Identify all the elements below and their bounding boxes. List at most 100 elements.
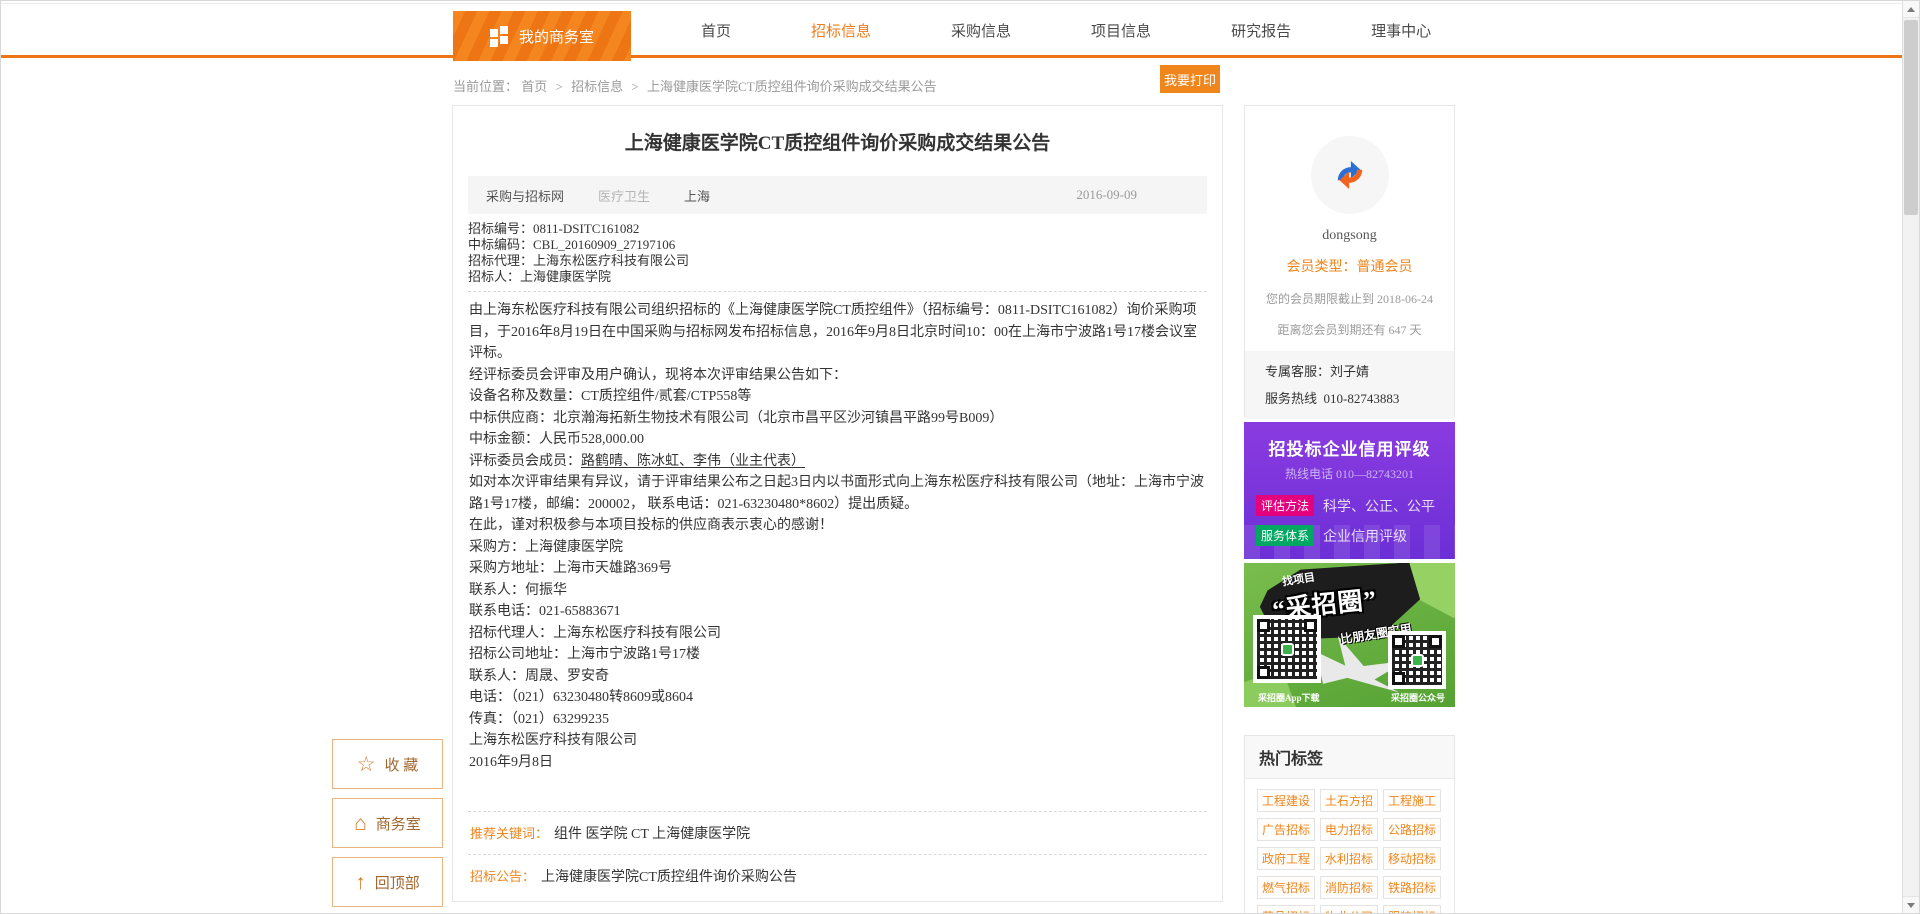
hot-tag[interactable]: 工程建设 [1257,789,1315,812]
nav-link[interactable]: 项目信息 [1091,20,1151,41]
scroll-down-icon[interactable] [1903,896,1919,913]
meta-date: 2016-09-09 [1076,187,1137,203]
hot-tags-title: 热门标签 [1245,736,1454,779]
meta-category-link[interactable]: 医疗卫生 [598,186,650,205]
user-card: dongsong 会员类型：普通会员 您的会员期限截止到 2018-06-24 … [1244,105,1455,417]
credit-row: 评估方法 科学、公正、公平 [1256,495,1455,516]
my-office-button[interactable]: 我的商务室 [453,11,631,61]
breadcrumb-section-link[interactable]: 招标信息 [571,79,623,94]
hot-tag[interactable]: 燃气招标 [1257,876,1315,899]
article-paragraph: 采购方：上海健康医学院 [469,537,1206,559]
service-block: 专属客服：刘子婧 服务热线 010-82743883 [1245,351,1454,419]
hot-tag[interactable]: 电力招标 [1320,818,1378,841]
qr-code-app [1253,615,1321,683]
article-paragraph: 2016年9月8日 [469,752,1206,774]
credit-banner-title: 招投标企业信用评级 [1244,435,1455,460]
breadcrumb-home-link[interactable]: 首页 [521,79,547,94]
article-meta-band: 采购与招标网 医疗卫生 上海 2016-09-09 [468,176,1207,214]
bid-info-line: 招标代理：上海东松医疗科技有限公司 [468,253,1207,269]
print-button[interactable]: 我要打印 [1160,65,1220,93]
qr-label-wechat: 采招圈公众号 [1391,691,1445,704]
nav-link[interactable]: 采购信息 [951,20,1011,41]
float-button-icon: ⌂ [354,813,367,834]
meta-region-link[interactable]: 上海 [684,186,710,205]
keywords-links[interactable]: 组件 医学院 CT 上海健康医学院 [554,823,750,843]
hot-tag[interactable]: 物业公司 [1320,905,1378,914]
float-button[interactable]: ☆ 收 藏 [332,739,443,789]
hot-tag[interactable]: 公路招标 [1383,818,1441,841]
article-paragraph: 招标公司地址：上海市宁波路1号17楼 [469,644,1206,666]
bid-info-block: 招标编号：0811-DSITC161082 中标编码：CBL_20160909_… [468,221,1207,285]
member-days-line: 距离您会员到期还有 647 天 [1245,321,1454,338]
article-paragraph: 上海东松医疗科技有限公司 [469,730,1206,752]
nav-link[interactable]: 研究报告 [1231,20,1291,41]
dashboard-grid-icon [490,26,508,46]
article-paragraph: 联系人：何振华 [469,580,1206,602]
hot-tag[interactable]: 铁路招标 [1383,876,1441,899]
scroll-up-icon[interactable] [1903,1,1919,18]
top-nav-bar: 首页 招标信息 采购信息 项目信息 研究报告 理事中心 [1,3,1902,58]
article-paragraph: 评标委员会成员：路鹤晴、陈冰虹、李伟（业主代表） [469,451,1206,473]
page-title: 上海健康医学院CT质控组件询价采购成交结果公告 [468,128,1207,155]
sidebar: dongsong 会员类型：普通会员 您的会员期限截止到 2018-06-24 … [1244,105,1455,914]
page: 首页 招标信息 采购信息 项目信息 研究报告 理事中心 我的商务室 当前位置： … [0,0,1920,914]
float-button-icon: ☆ [357,754,376,775]
credit-rating-banner[interactable]: 招投标企业信用评级 热线电话 010—82743201 评估方法 科学、公正、公… [1244,422,1455,559]
announcement-row: 招标公告： 上海健康医学院CT质控组件询价采购公告 [468,854,1207,897]
username: dongsong [1245,228,1454,244]
my-office-label: 我的商务室 [519,26,594,47]
article-card: 上海健康医学院CT质控组件询价采购成交结果公告 采购与招标网 医疗卫生 上海 2… [452,105,1223,902]
nav-link[interactable]: 首页 [701,20,731,41]
keywords-label: 推荐关键词： [470,823,548,842]
nav-link[interactable]: 招标信息 [811,20,871,41]
credit-badge: 评估方法 [1256,495,1314,516]
article-paragraph: 中标供应商：北京瀚海拓新生物技术有限公司（北京市昌平区沙河镇昌平路99号B009… [469,408,1206,430]
scrollbar-thumb[interactable] [1904,20,1918,215]
article-paragraph: 采购方地址：上海市天雄路369号 [469,558,1206,580]
hot-tag[interactable]: 药品招标 [1257,905,1315,914]
credit-badge: 服务体系 [1256,525,1314,546]
breadcrumb-bar: 当前位置： 首页 > 招标信息 > 上海健康医学院CT质控组件询价采购成交结果公… [452,61,1223,105]
article-body: 由上海东松医疗科技有限公司组织招标的《上海健康医学院CT质控组件》（招标编号：0… [469,300,1206,773]
breadcrumb-current: 上海健康医学院CT质控组件询价采购成交结果公告 [647,79,937,94]
hot-tag[interactable]: 消防招标 [1320,876,1378,899]
meta-source-link[interactable]: 采购与招标网 [486,186,564,205]
caizhaoquan-ad-banner[interactable]: 找项目 “采招圈” 比朋友圈实用 采招圈App下载 采招圈公众号 [1244,563,1455,707]
article-paragraph: 经评标委员会评审及用户确认，现将本次评审结果公告如下： [469,365,1206,387]
float-button-label: 回顶部 [375,872,420,893]
bid-info-line: 招标编号：0811-DSITC161082 [468,221,1207,237]
announcement-link[interactable]: 上海健康医学院CT质控组件询价采购公告 [541,866,797,886]
hot-tag[interactable]: 广告招标 [1257,818,1315,841]
nav-link[interactable]: 理事中心 [1371,20,1431,41]
hot-tag[interactable]: 政府工程 [1257,847,1315,870]
spacer [453,773,1222,811]
breadcrumb: 当前位置： 首页 > 招标信息 > 上海健康医学院CT质控组件询价采购成交结果公… [453,76,937,95]
hot-tag[interactable]: 移动招标 [1383,847,1441,870]
qr-label-app: 采招圈App下载 [1258,691,1320,704]
bid-info-line: 招标人：上海健康医学院 [468,269,1207,285]
credit-row: 服务体系 企业信用评级 [1256,525,1455,546]
breadcrumb-separator: > [631,79,638,94]
credit-banner-hotline: 热线电话 010—82743201 [1244,465,1455,482]
float-button-label: 收 藏 [385,754,419,775]
breadcrumb-separator: > [556,79,563,94]
float-button[interactable]: ⌂ 商务室 [332,798,443,848]
swirl-logo-icon [1329,154,1371,196]
hot-tag[interactable]: 水利招标 [1320,847,1378,870]
float-buttons: ☆ 收 藏 ⌂ 商务室 ↑ 回顶部 [332,739,443,914]
article-paragraph: 联系电话：021-65883671 [469,601,1206,623]
article-paragraph: 如对本次评审结果有异议，请于评审结果公布之日起3日内以书面形式向上海东松医疗科技… [469,472,1206,515]
member-expire-line: 您的会员期限截止到 2018-06-24 [1245,290,1454,307]
avatar [1311,136,1389,214]
hot-tag[interactable]: 服装招标 [1383,905,1441,914]
article-paragraph: 电话：（021）63230480转8609或8604 [469,687,1206,709]
hot-tag[interactable]: 土石方招 [1320,789,1378,812]
main-nav: 首页 招标信息 采购信息 项目信息 研究报告 理事中心 [701,4,1431,56]
float-button-icon: ↑ [355,872,366,893]
article-paragraph: 设备名称及数量：CT质控组件/贰套/CTP558等 [469,386,1206,408]
hot-tags-card: 热门标签 工程建设 土石方招 工程施工 广告招标 电力招标 公路招标 政府工程 [1244,735,1455,914]
breadcrumb-prefix: 当前位置： [453,79,518,94]
float-button[interactable]: ↑ 回顶部 [332,857,443,907]
service-hotline: 服务热线 010-82743883 [1265,385,1454,412]
hot-tag[interactable]: 工程施工 [1383,789,1441,812]
